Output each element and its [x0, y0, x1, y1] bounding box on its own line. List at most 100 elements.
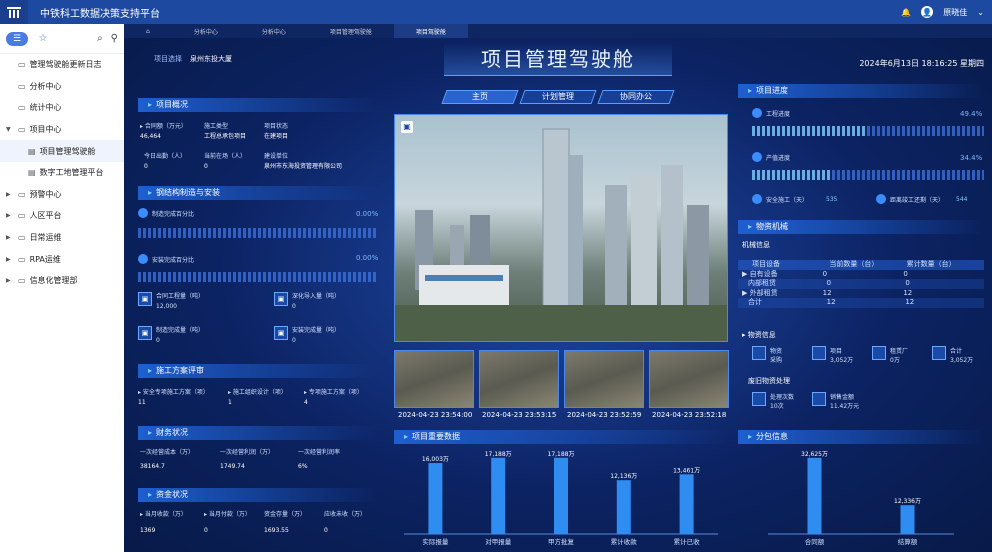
category-label: 实际报量	[422, 537, 449, 546]
coin-icon	[812, 392, 826, 406]
chevron-down-icon[interactable]: ⌄	[977, 8, 984, 17]
sidebar-item-label: 统计中心	[29, 103, 62, 113]
data-label: 32,625万	[801, 451, 828, 458]
select-value[interactable]: 泉州东投大厦	[190, 54, 232, 64]
nav-collab-button[interactable]: 协同办公	[597, 90, 675, 104]
fund-header: 资金状况	[138, 488, 378, 502]
project-selector[interactable]: 项目选择 泉州东投大厦	[154, 54, 232, 64]
sidebar-item[interactable]: ▭ 分析中心	[0, 76, 124, 98]
data-label: 12,136万	[610, 473, 637, 480]
steel-manufacture-label: 制造完成百分比	[138, 208, 194, 218]
gauge-icon	[138, 254, 148, 264]
sidebar-item[interactable]: ▶ ▭ 日常运维	[0, 227, 124, 249]
dashboard: 项目选择 泉州东投大厦 项目管理驾驶舱 2024年6月13日 18:16:25 星…	[124, 38, 992, 552]
sidebar-item[interactable]: ▶ ▭ 预警中心	[0, 184, 124, 206]
remain-days: 距离竣工还剩（天） 544	[876, 194, 967, 204]
waste-count: 处理次数 10次	[752, 392, 794, 410]
data-label: 16,003万	[422, 456, 449, 463]
sidebar-item[interactable]: ▤ 数字工地管理平台	[0, 162, 124, 184]
steel-installed-box: ▣ 安装完成量（吨） 0	[274, 326, 340, 346]
bar[interactable]	[900, 505, 915, 534]
sidebar-item-label: 项目管理驾驶舱	[39, 146, 96, 156]
search-icon[interactable]: ⌕	[97, 33, 103, 44]
subcontract-chart: 32,625万合同额 12,336万结算额	[768, 451, 954, 546]
user-name[interactable]: 原晓佳	[943, 7, 967, 18]
document-icon: ▭	[18, 81, 26, 91]
pin-icon[interactable]: ⚲	[111, 33, 118, 44]
work-progress-fill	[752, 126, 867, 136]
output-progress-label: 产值进度	[752, 152, 790, 162]
overview-attendance: 今日出勤（人） 0	[144, 153, 187, 170]
chart-sub-header: 分包信息	[738, 430, 984, 444]
table-header: 项目设备 当前数量（台） 累计数量（台）	[738, 260, 984, 270]
cube-icon: ▣	[274, 326, 288, 340]
home-icon[interactable]: ⌂	[124, 24, 172, 38]
bell-icon[interactable]: 🔔	[901, 8, 911, 17]
plan-special: ▸ 专项施工方案（项） 4	[304, 389, 363, 406]
photo-thumb-2[interactable]	[479, 350, 559, 408]
table-row[interactable]: 合计 12 12	[738, 298, 984, 308]
bar[interactable]	[554, 457, 568, 534]
material-project: 项目 3,052万	[812, 346, 853, 364]
select-label: 项目选择	[154, 55, 182, 63]
sidebar-item[interactable]: ▶ ▭ RPA运维	[0, 248, 124, 270]
bar[interactable]	[679, 474, 694, 534]
chevron-icon: ▶	[6, 212, 11, 220]
photo-thumb-3[interactable]	[564, 350, 644, 408]
sidebar-item[interactable]: ▼ ▭ 项目中心	[0, 119, 124, 141]
chevron-icon: ▶	[6, 234, 11, 242]
data-label: 17,188万	[548, 451, 575, 458]
tab-4[interactable]: 项目驾驶舱	[393, 24, 468, 38]
waste-amount: 销售金额 11.42万元	[812, 392, 859, 410]
cube-icon: ▣	[138, 326, 152, 340]
tab-1[interactable]: 分析中心	[172, 24, 240, 38]
table-row[interactable]: 内部租赁 0 0	[738, 279, 984, 289]
fund-stock: 资金存量（万） 1693.55	[264, 511, 307, 534]
bar[interactable]	[491, 457, 506, 534]
gauge-icon	[752, 108, 762, 118]
tab-3[interactable]: 项目管理驾驶舱	[308, 24, 394, 38]
table-row[interactable]: ▶ 自有设备 0 0	[738, 270, 984, 280]
bar[interactable]	[616, 480, 631, 534]
logo-icon	[0, 0, 28, 24]
photo-thumb-4[interactable]	[649, 350, 729, 408]
steel-install-pct: 0.00%	[356, 254, 379, 262]
sidebar-item-label: 日常运维	[29, 233, 62, 243]
nav-plan-button[interactable]: 计划管理	[519, 90, 597, 104]
document-icon: ▤	[28, 146, 36, 156]
data-label: 13,461万	[673, 467, 700, 474]
bar[interactable]	[428, 463, 443, 534]
document-icon: ▭	[18, 60, 26, 70]
chevron-icon: ▶	[6, 190, 11, 198]
project-photo[interactable]: ▣	[394, 114, 728, 342]
sidebar-item[interactable]: ▭ 管理驾驶舱更新日志	[0, 54, 124, 76]
table-row[interactable]: ▶ 外部租赁 12 12	[738, 289, 984, 299]
work-progress-label: 工程进度	[752, 108, 790, 118]
nav-home-button[interactable]: 主页	[441, 90, 519, 104]
recycle-icon	[752, 392, 766, 406]
photo-thumb-1[interactable]	[394, 350, 474, 408]
avatar[interactable]: 👤	[921, 6, 934, 18]
star-icon[interactable]: ☆	[32, 32, 54, 46]
menu-list-icon[interactable]: ☰	[6, 31, 28, 46]
overview-header: 项目概况	[138, 98, 378, 112]
plan-org: ▸ 施工组织设计（项） 1	[228, 389, 287, 406]
box-icon	[752, 346, 766, 360]
chevron-icon: ▶	[6, 277, 11, 285]
sidebar-item[interactable]: ▶ ▭ 信息化管理部	[0, 270, 124, 292]
sidebar-item[interactable]: ▤ 项目管理驾驶舱	[0, 140, 124, 162]
document-icon: ▭	[18, 189, 26, 199]
image-icon[interactable]: ▣	[401, 121, 413, 133]
machine-sub: 机械信息	[742, 241, 770, 249]
chevron-icon: ▶	[6, 255, 11, 263]
photo-time-2: 2024-04-23 23:53:15	[482, 411, 557, 419]
steel-made-box: ▣ 制造完成量（吨） 0	[138, 326, 204, 346]
gauge-icon	[876, 194, 886, 204]
sidebar-item[interactable]: ▶ ▭ 人区平台	[0, 205, 124, 227]
bar[interactable]	[807, 457, 822, 534]
photo-time-3: 2024-04-23 23:52:59	[567, 411, 642, 419]
chart-important-header: 项目重要数据	[394, 430, 728, 444]
tab-2[interactable]: 分析中心	[240, 24, 308, 38]
sidebar-item[interactable]: ▭ 统计中心	[0, 97, 124, 119]
material-header: ▸ 物资信息	[742, 331, 776, 339]
